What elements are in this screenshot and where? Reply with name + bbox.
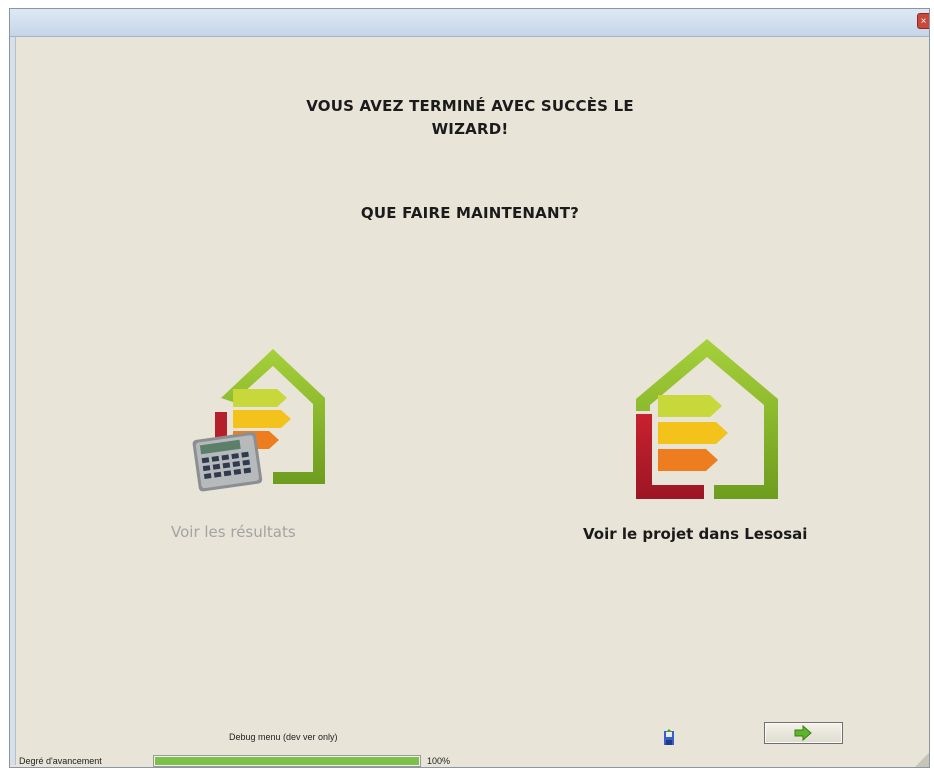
progress-percent: 100%: [427, 756, 451, 766]
heading-line-2: WIZARD!: [431, 120, 509, 138]
next-button[interactable]: [764, 722, 843, 744]
view-project-label[interactable]: Voir le projet dans Lesosai: [583, 525, 807, 543]
progress-fill: [155, 757, 419, 765]
debug-menu-link[interactable]: Debug menu (dev ver only): [229, 732, 338, 742]
arrow-right-icon: [794, 724, 812, 742]
window-left-border: [10, 37, 16, 765]
view-results-button[interactable]: [185, 344, 335, 494]
house-energy-calculator-icon: [192, 349, 325, 492]
progress-label: Degré d'avancement: [19, 756, 102, 766]
question-heading: QUE FAIRE MAINTENANT?: [360, 204, 580, 222]
heading-line-1: VOUS AVEZ TERMINÉ AVEC SUCCÈS LE: [306, 97, 634, 115]
resize-grip[interactable]: [915, 753, 929, 767]
title-bar: ×: [10, 9, 929, 37]
completion-heading: VOUS AVEZ TERMINÉ AVEC SUCCÈS LE WIZARD!: [230, 95, 710, 141]
view-results-label[interactable]: Voir les résultats: [171, 523, 296, 541]
wizard-window: × VOUS AVEZ TERMINÉ AVEC SUCCÈS LE WIZAR…: [9, 8, 930, 768]
save-icon[interactable]: [662, 729, 676, 747]
progress-bar: [153, 755, 421, 767]
view-project-button[interactable]: [632, 339, 782, 504]
lesosai-house-energy-icon: [636, 339, 778, 499]
close-icon[interactable]: ×: [917, 13, 929, 29]
